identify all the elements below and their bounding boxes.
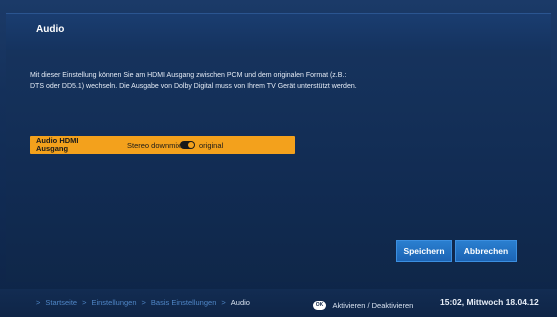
setting-description: Mit dieser Einstellung können Sie am HDM… [30, 70, 470, 92]
audio-hdmi-output-setting[interactable]: Audio HDMI Ausgang Stereo downmix origin… [30, 136, 295, 154]
footer-bar: > Startseite > Einstellungen > Basis Einstell… [0, 289, 557, 317]
ok-key-label: Aktivieren / Deaktivieren [332, 301, 414, 311]
ok-key-icon: OK [313, 301, 326, 311]
clock-date: 15:02, Mittwoch 18.04.12 [440, 297, 539, 307]
tv-screen: Audio Mit dieser Einstellung können Sie … [0, 0, 557, 317]
option-original[interactable]: original [199, 141, 223, 150]
save-button[interactable]: Speichern [396, 240, 452, 262]
description-line-1: Mit dieser Einstellung können Sie am HDM… [30, 72, 347, 79]
breadcrumb-item-startseite[interactable]: Startseite [45, 298, 77, 307]
page-title: Audio [36, 24, 65, 35]
breadcrumb-item-einstellungen[interactable]: Einstellungen [91, 298, 136, 307]
breadcrumb: > Startseite > Einstellungen > Basis Einstell… [36, 298, 250, 307]
breadcrumb-separator: > [82, 298, 87, 307]
option-stereo-downmix[interactable]: Stereo downmix [127, 141, 181, 150]
output-format-toggle[interactable] [180, 141, 195, 149]
ok-key-hint: OK Aktivieren / Deaktivieren [313, 297, 413, 315]
breadcrumb-separator: > [141, 298, 146, 307]
toggle-knob [188, 142, 194, 148]
breadcrumb-separator: > [221, 298, 226, 307]
header-bar: Audio [6, 13, 551, 51]
setting-label: Audio HDMI Ausgang [36, 137, 106, 153]
breadcrumb-item-audio: Audio [230, 298, 250, 307]
breadcrumb-item-basis-einstellungen[interactable]: Basis Einstellungen [151, 298, 216, 307]
description-line-2: DTS oder DD5.1) wechseln. Die Ausgabe vo… [30, 83, 357, 90]
cancel-button[interactable]: Abbrechen [455, 240, 517, 262]
breadcrumb-separator: > [36, 298, 41, 307]
setting-label-line-2: Ausgang [36, 144, 69, 153]
